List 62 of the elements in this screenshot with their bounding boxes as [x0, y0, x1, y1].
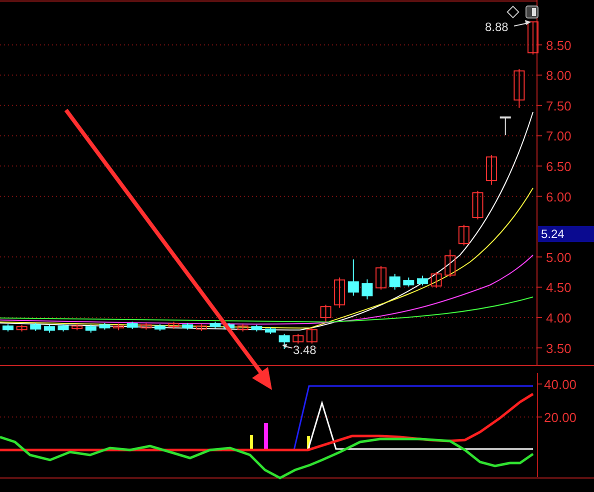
price-tick-label: 6.00 [546, 189, 572, 204]
candlestick [348, 258, 359, 296]
candlestick [58, 324, 69, 332]
candlestick [362, 278, 373, 300]
indicator-bar [250, 435, 253, 450]
low-price-label: 3.48 [293, 343, 316, 357]
high-price-label: 8.88 [485, 20, 508, 34]
candlestick [154, 324, 166, 332]
candlestick [376, 266, 387, 290]
candlestick [126, 321, 138, 330]
candlestick [320, 304, 332, 322]
candlestick [306, 327, 318, 344]
candlestick [85, 324, 96, 334]
candlestick [472, 190, 484, 220]
candlestick [416, 275, 428, 286]
candlestick [99, 322, 110, 330]
candlestick [444, 249, 456, 278]
candlestick [334, 277, 346, 308]
current-price-label: 5.24 [541, 227, 564, 241]
candlestick [500, 116, 511, 136]
candlestick [168, 321, 180, 330]
price-tick-label: 4.50 [546, 280, 572, 296]
panel-toggle-icon[interactable] [526, 6, 538, 18]
candlestick [224, 322, 235, 330]
indicator-bar [307, 436, 310, 450]
candlestick [16, 324, 28, 332]
candlestick [251, 324, 262, 332]
indicator-bar [264, 423, 268, 450]
candlestick [210, 321, 221, 329]
candlestick [486, 154, 498, 186]
candlestick [2, 324, 14, 332]
price-tick-label: 7.50 [546, 98, 572, 114]
candlestick [514, 68, 525, 108]
candlestick [430, 272, 442, 288]
candlestick [140, 322, 152, 330]
candlestick [30, 322, 42, 332]
candlestick [265, 326, 276, 334]
candlestick [278, 333, 290, 350]
price-tick-label: 8.50 [546, 38, 572, 53]
indicator-tick-label: 20.00 [544, 410, 577, 425]
candlestick [196, 324, 207, 332]
price-tick-label: 3.50 [546, 340, 572, 356]
candlestick [458, 224, 470, 246]
diamond-icon[interactable] [506, 6, 520, 18]
candlestick [528, 21, 538, 56]
candlestick [72, 324, 83, 331]
price-tick-label: 4.00 [546, 310, 572, 326]
candlestick [44, 324, 55, 334]
candlestick [403, 277, 414, 288]
current-price-tag [538, 226, 594, 242]
candlestick [113, 323, 124, 331]
price-tick-label: 8.00 [546, 68, 572, 84]
price-tick-label: 7.00 [546, 128, 572, 144]
candlestick [237, 324, 248, 332]
candlestick [182, 322, 194, 330]
candlestick [389, 273, 400, 290]
high-price-pointer [514, 20, 531, 26]
price-tick-label: 6.50 [546, 159, 572, 174]
price-tick-label: 5.00 [546, 250, 572, 265]
low-price-pointer [282, 344, 292, 348]
indicator-tick-label: 40.00 [544, 377, 577, 392]
candlestick [292, 333, 304, 344]
